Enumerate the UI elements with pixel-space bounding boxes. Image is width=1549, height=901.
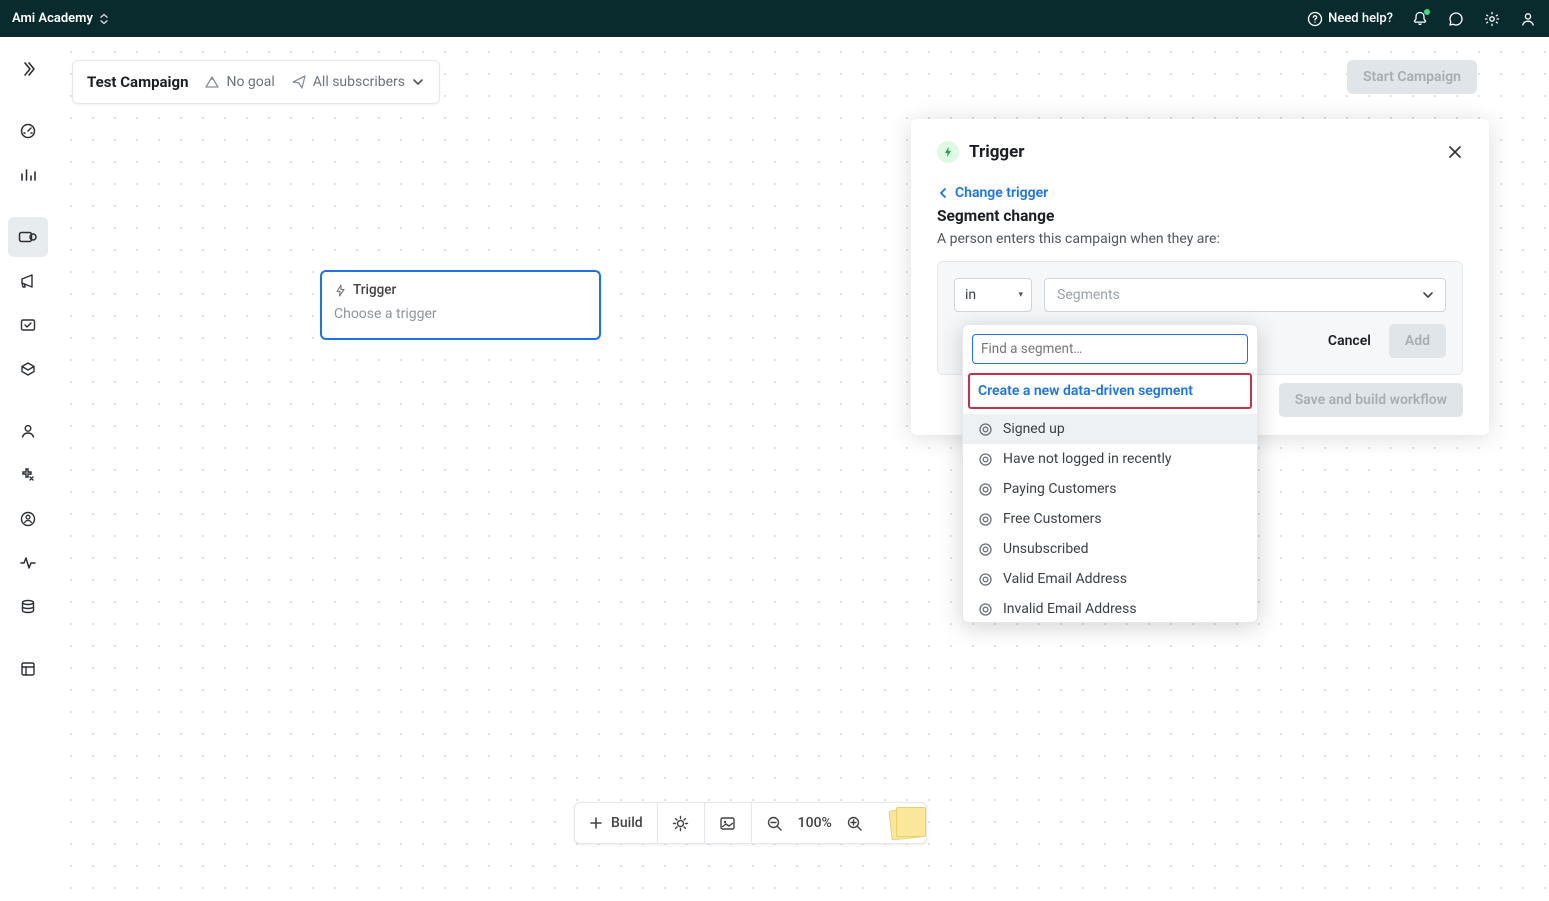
- nav-broadcasts[interactable]: [8, 261, 48, 301]
- trigger-node[interactable]: Trigger Choose a trigger: [320, 270, 601, 340]
- segment-option-label: Free Customers: [1003, 511, 1102, 527]
- settings-icon[interactable]: [1483, 10, 1501, 28]
- trigger-node-title: Trigger: [353, 282, 396, 298]
- nav-analytics[interactable]: [8, 155, 48, 195]
- segment-option[interactable]: Have not logged in recently: [963, 444, 1257, 474]
- nav-deliveries[interactable]: [8, 349, 48, 389]
- segment-search-wrapper: [972, 334, 1248, 364]
- condition-operator-select[interactable]: in: [954, 278, 1032, 312]
- segment-option-label: Have not logged in recently: [1003, 451, 1172, 467]
- help-label: Need help?: [1328, 11, 1393, 26]
- chevron-down-icon: [1421, 288, 1435, 302]
- left-sidebar: [0, 37, 56, 901]
- panel-title: Trigger: [969, 142, 1025, 162]
- nav-data[interactable]: [8, 587, 48, 627]
- segment-icon: [977, 512, 993, 527]
- create-segment-label: Create a new data-driven segment: [978, 383, 1193, 399]
- updown-icon: [99, 13, 109, 25]
- segment-icon: [977, 452, 993, 467]
- bottom-toolbar: Build 100%: [574, 802, 927, 844]
- audience-indicator[interactable]: All subscribers: [291, 74, 425, 90]
- segment-option[interactable]: Valid Email Address: [963, 564, 1257, 594]
- zoom-in-button[interactable]: [846, 814, 864, 832]
- change-trigger-label: Change trigger: [955, 185, 1048, 201]
- segment-option[interactable]: Unsubscribed: [963, 534, 1257, 564]
- campaign-name[interactable]: Test Campaign: [87, 73, 188, 91]
- send-icon: [291, 74, 307, 90]
- segment-icon: [977, 602, 993, 617]
- section-title: Segment change: [937, 207, 1463, 225]
- segment-icon: [977, 422, 993, 437]
- segment-search-input[interactable]: [981, 341, 1239, 357]
- campaign-header: Test Campaign No goal All subscribers: [72, 60, 440, 104]
- sticky-notes-button[interactable]: [890, 805, 926, 841]
- trigger-node-placeholder: Choose a trigger: [334, 306, 587, 322]
- segment-option[interactable]: Invalid Email Address: [963, 594, 1257, 622]
- nav-activity[interactable]: [8, 543, 48, 583]
- segments-placeholder: Segments: [1057, 287, 1120, 303]
- segment-option[interactable]: Free Customers: [963, 504, 1257, 534]
- build-label: Build: [611, 815, 643, 831]
- segment-icon: [977, 572, 993, 587]
- audience-label: All subscribers: [313, 74, 405, 90]
- goal-icon: [204, 74, 220, 90]
- help-link[interactable]: Need help?: [1307, 11, 1393, 27]
- segment-icon: [977, 482, 993, 497]
- goal-indicator[interactable]: No goal: [204, 74, 274, 90]
- profile-icon[interactable]: [1519, 10, 1537, 28]
- create-segment-link[interactable]: Create a new data-driven segment: [968, 373, 1252, 409]
- nav-segments[interactable]: [8, 455, 48, 495]
- nav-transactional[interactable]: [8, 305, 48, 345]
- plus-icon: [589, 816, 603, 830]
- close-icon: [1447, 144, 1463, 160]
- chevron-left-icon: [937, 187, 949, 199]
- change-trigger-link[interactable]: Change trigger: [937, 185, 1463, 201]
- save-workflow-button[interactable]: Save and build workflow: [1279, 383, 1463, 417]
- goal-label: No goal: [226, 74, 274, 90]
- condition-operator-value: in: [965, 287, 976, 303]
- segments-dropdown: Create a new data-driven segment Signed …: [962, 324, 1258, 623]
- bolt-icon: [334, 284, 347, 297]
- help-icon: [1307, 11, 1323, 27]
- segment-option-label: Paying Customers: [1003, 481, 1117, 497]
- zoom-out-button[interactable]: [766, 814, 784, 832]
- workspace-switcher[interactable]: Ami Academy: [12, 11, 109, 26]
- suggestions-icon[interactable]: [672, 814, 690, 832]
- segment-option-label: Unsubscribed: [1003, 541, 1089, 557]
- notification-dot: [1424, 9, 1430, 15]
- workspace-name: Ami Academy: [12, 11, 93, 26]
- save-workflow-label: Save and build workflow: [1295, 392, 1447, 408]
- start-campaign-button[interactable]: Start Campaign: [1347, 60, 1477, 94]
- cancel-button[interactable]: Cancel: [1328, 333, 1371, 349]
- nav-people[interactable]: [8, 411, 48, 451]
- segment-options-list: Signed up Have not logged in recently Pa…: [963, 414, 1257, 622]
- segment-option[interactable]: Signed up: [963, 414, 1257, 444]
- start-campaign-label: Start Campaign: [1363, 69, 1461, 85]
- nav-dashboard[interactable]: [8, 111, 48, 151]
- nav-activity-user[interactable]: [8, 499, 48, 539]
- build-button[interactable]: Build: [589, 815, 643, 831]
- nav-content[interactable]: [8, 649, 48, 689]
- bolt-icon: [942, 146, 954, 158]
- section-description: A person enters this campaign when they …: [937, 231, 1463, 247]
- nav-campaigns[interactable]: [8, 217, 48, 257]
- zoom-level: 100%: [798, 815, 832, 831]
- segment-option-label: Valid Email Address: [1003, 571, 1127, 587]
- segment-icon: [977, 542, 993, 557]
- segment-option-label: Signed up: [1003, 421, 1065, 437]
- close-panel-button[interactable]: [1447, 144, 1463, 160]
- image-icon[interactable]: [719, 814, 737, 832]
- segment-option-label: Invalid Email Address: [1003, 601, 1137, 617]
- expand-sidebar-icon[interactable]: [8, 49, 48, 89]
- segments-select[interactable]: Segments: [1044, 278, 1446, 312]
- trigger-badge: [937, 141, 959, 163]
- notifications-icon[interactable]: [1411, 10, 1429, 28]
- messages-icon[interactable]: [1447, 10, 1465, 28]
- add-button[interactable]: Add: [1389, 324, 1446, 358]
- chevron-down-icon: [411, 75, 425, 89]
- segment-option[interactable]: Paying Customers: [963, 474, 1257, 504]
- topbar: Ami Academy Need help?: [0, 0, 1549, 37]
